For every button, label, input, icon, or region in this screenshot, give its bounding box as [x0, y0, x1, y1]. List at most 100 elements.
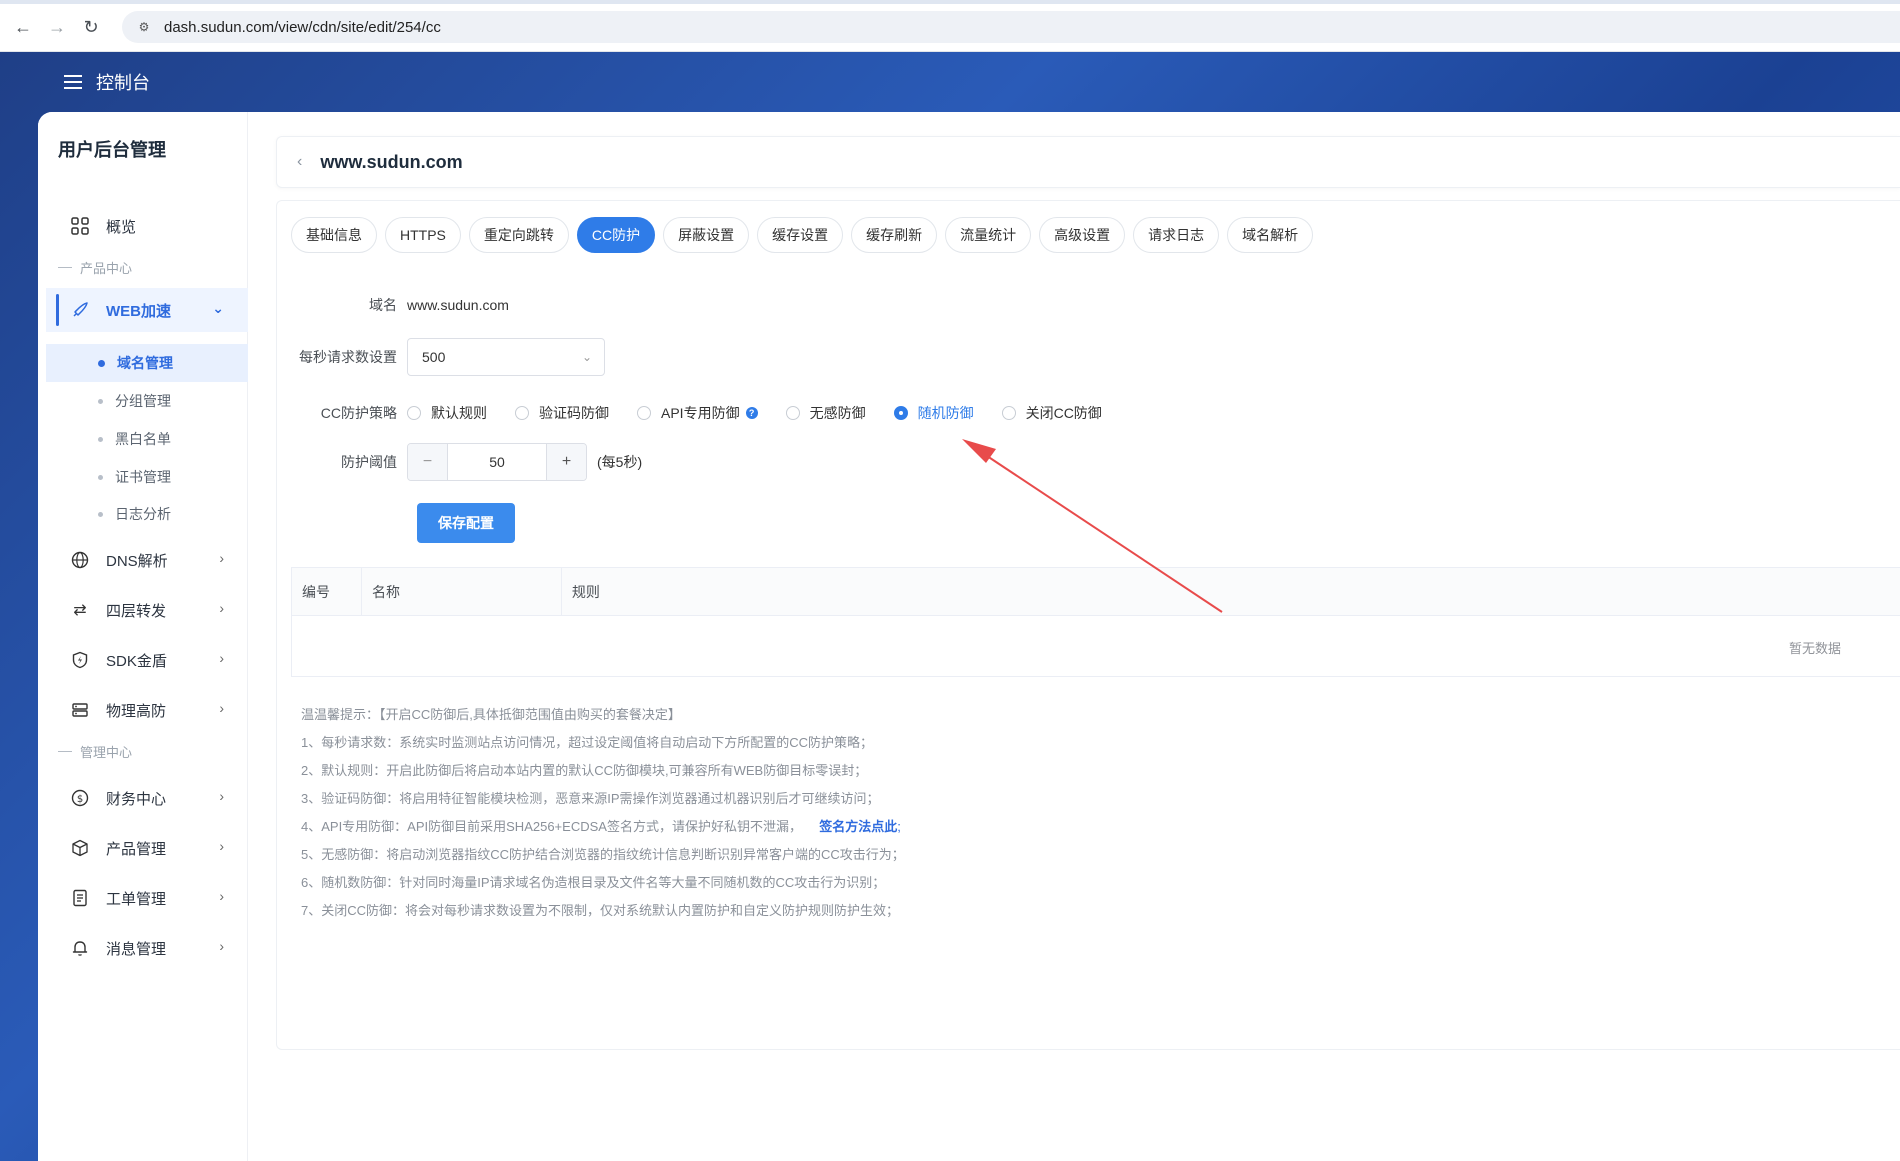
tab-block-settings[interactable]: 屏蔽设置: [663, 217, 750, 253]
sidebar-item-dns[interactable]: DNS解析 ›: [38, 538, 248, 582]
tips-panel: 温温馨提示：【开启CC防御后,具体抵御范围值由购买的套餐决定】 1、每秒请求数：…: [301, 701, 1861, 925]
tab-https[interactable]: HTTPS: [385, 217, 461, 253]
globe-icon: [70, 550, 90, 570]
tab-request-logs[interactable]: 请求日志: [1133, 217, 1220, 253]
console-title: 控制台: [96, 73, 150, 93]
tip-line-4: 4、API专用防御：API防御目前采用SHA256+ECDSA签名方式，请保护好…: [301, 819, 901, 834]
sidebar-item-product[interactable]: 产品管理 ›: [38, 826, 248, 870]
empty-state: 暂无数据: [1788, 641, 1841, 656]
sidebar-subitem-cert[interactable]: 证书管理: [38, 458, 248, 496]
tab-strip: [0, 0, 1900, 4]
tab-cache-settings[interactable]: 缓存设置: [757, 217, 844, 253]
tab-cc-protection[interactable]: CC防护: [576, 217, 656, 253]
sidebar-item-sdk[interactable]: SDK金盾 ›: [38, 638, 248, 682]
chevron-right-icon: ›: [219, 888, 224, 904]
tab-dns-resolve[interactable]: 域名解析: [1227, 217, 1314, 253]
tab-basic-info[interactable]: 基础信息: [291, 217, 377, 253]
domain-label: 域名: [369, 297, 397, 313]
plus-icon[interactable]: +: [546, 444, 586, 480]
reload-icon[interactable]: ↻: [78, 14, 104, 40]
console-header: 控制台: [64, 68, 150, 96]
document-icon: [70, 888, 90, 908]
sidebar-label: 概览: [106, 218, 137, 236]
chevron-right-icon: ›: [219, 838, 224, 854]
tab-advanced[interactable]: 高级设置: [1039, 217, 1126, 253]
tip-intro: 温温馨提示：【开启CC防御后,具体抵御范围值由购买的套餐决定】: [301, 707, 681, 722]
threshold-input[interactable]: 50: [448, 444, 546, 480]
tip-line-7: 7、关闭CC防御：将会对每秒请求数设置为不限制，仅对系统默认内置防护和自定义防护…: [301, 903, 900, 918]
cc-protection-card: 基础信息 HTTPS 重定向跳转 CC防护 屏蔽设置 缓存设置 缓存刷新 流量统…: [276, 200, 1900, 1050]
chevron-right-icon: ›: [219, 550, 224, 566]
shield-bolt-icon: [70, 650, 90, 670]
chevron-down-icon: ⌄: [581, 350, 592, 364]
rules-table: 编号 名称 规则 暂无数据: [291, 567, 1900, 677]
chevron-right-icon: ›: [219, 600, 224, 616]
sidebar-label: DNS解析: [106, 552, 168, 570]
tip-line-5: 5、无感防御：将启动浏览器指纹CC防护结合浏览器的指纹统计信息判断识别异常客户端…: [301, 847, 905, 862]
sidebar-subitem-domain[interactable]: 域名管理: [46, 344, 248, 382]
sidebar-item-overview[interactable]: 概览: [38, 204, 248, 248]
sidebar-label: 消息管理: [106, 940, 167, 958]
radio-random[interactable]: 随机防御: [893, 403, 974, 423]
form-row-policy: CC防护策略 默认规则 验证码防御 API专用防御? 无感防御 随机防御 关闭C…: [277, 401, 1130, 425]
section-manage: 管理中心: [58, 742, 132, 761]
threshold-stepper[interactable]: − 50 +: [407, 443, 587, 481]
domain-title: www.sudun.com: [320, 151, 463, 172]
forward-arrow-icon[interactable]: →: [44, 14, 70, 40]
tab-cache-refresh[interactable]: 缓存刷新: [851, 217, 938, 253]
form-row-save: 保存配置: [277, 503, 515, 543]
sidebar-subitem-logs[interactable]: 日志分析: [38, 495, 248, 533]
address-bar[interactable]: ⚙ dash.sudun.com/view/cdn/site/edit/254/…: [122, 11, 1900, 43]
site-info-icon[interactable]: ⚙: [136, 19, 152, 35]
sidebar-subitem-blacklist[interactable]: 黑白名单: [38, 420, 248, 458]
radio-default-rule[interactable]: 默认规则: [407, 403, 487, 423]
rps-select[interactable]: 500 ⌄: [407, 338, 605, 376]
tip-line-6: 6、随机数防御：针对同时海量IP请求域名伪造根目录及文件名等大量不同随机数的CC…: [301, 875, 886, 890]
chevron-right-icon: ›: [219, 700, 224, 716]
chevron-right-icon: ›: [219, 650, 224, 666]
sidebar-subitem-group[interactable]: 分组管理: [38, 382, 248, 420]
minus-icon[interactable]: −: [408, 444, 448, 480]
chevron-left-icon[interactable]: ‹: [297, 153, 302, 171]
sidebar-label: 四层转发: [106, 602, 167, 620]
dollar-circle-icon: $: [70, 788, 90, 808]
chevron-right-icon: ›: [219, 788, 224, 804]
radio-disable-cc[interactable]: 关闭CC防御: [1001, 403, 1102, 423]
sidebar-item-finance[interactable]: $ 财务中心 ›: [38, 776, 248, 820]
policy-label: CC防护策略: [320, 405, 397, 421]
radio-captcha[interactable]: 验证码防御: [515, 403, 609, 423]
sidebar-item-ticket[interactable]: 工单管理 ›: [38, 876, 248, 920]
tip-line-3: 3、验证码防御：将启用特征智能模块检测，恶意来源IP需操作浏览器通过机器识别后才…: [301, 791, 880, 806]
sidebar: 用户后台管理 概览 产品中心 WEB加速 ⌄ 域名管理 分组管理 黑白名单 证书…: [38, 112, 248, 1161]
sidebar-item-web-accel[interactable]: WEB加速 ⌄: [46, 288, 248, 332]
save-config-button[interactable]: 保存配置: [417, 503, 515, 543]
sidebar-label: SDK金盾: [106, 652, 167, 670]
col-id: 编号: [292, 568, 362, 616]
server-icon: [70, 700, 90, 720]
form-row-rps: 每秒请求数设置 500 ⌄: [277, 337, 605, 377]
threshold-label: 防护阈值: [341, 454, 397, 470]
signature-method-link[interactable]: 签名方法点此: [819, 819, 897, 834]
radio-api[interactable]: API专用防御?: [637, 403, 758, 423]
sidebar-item-l4[interactable]: ⇄ 四层转发 ›: [38, 588, 248, 632]
domain-header-card: ‹ www.sudun.com: [276, 136, 1900, 188]
sidebar-title: 用户后台管理: [58, 140, 166, 160]
sidebar-item-message[interactable]: 消息管理 ›: [38, 926, 248, 970]
radio-invisible[interactable]: 无感防御: [785, 403, 866, 423]
url-text: dash.sudun.com/view/cdn/site/edit/254/cc: [164, 18, 441, 36]
tip-line-2: 2、默认规则：开启此防御后将启动本站内置的默认CC防御模块,可兼容所有WEB防御…: [301, 763, 868, 778]
settings-tabs: 基础信息 HTTPS 重定向跳转 CC防护 屏蔽设置 缓存设置 缓存刷新 流量统…: [291, 217, 1321, 253]
cube-icon: [70, 838, 90, 858]
rocket-icon: [70, 300, 90, 320]
tab-redirect[interactable]: 重定向跳转: [468, 217, 569, 253]
help-icon[interactable]: ?: [745, 407, 758, 419]
app-shell: 用户后台管理 概览 产品中心 WEB加速 ⌄ 域名管理 分组管理 黑白名单 证书…: [38, 112, 1900, 1161]
rps-label: 每秒请求数设置: [299, 349, 397, 365]
back-arrow-icon[interactable]: ←: [10, 14, 36, 40]
tip-line-1: 1、每秒请求数：系统实时监测站点访问情况，超过设定阈值将自动启动下方所配置的CC…: [301, 735, 874, 750]
svg-text:$: $: [77, 794, 83, 805]
sidebar-item-physical[interactable]: 物理高防 ›: [38, 688, 248, 732]
hamburger-menu-icon[interactable]: [64, 75, 82, 89]
tab-traffic-stats[interactable]: 流量统计: [945, 217, 1032, 253]
domain-value: www.sudun.com: [407, 297, 509, 313]
